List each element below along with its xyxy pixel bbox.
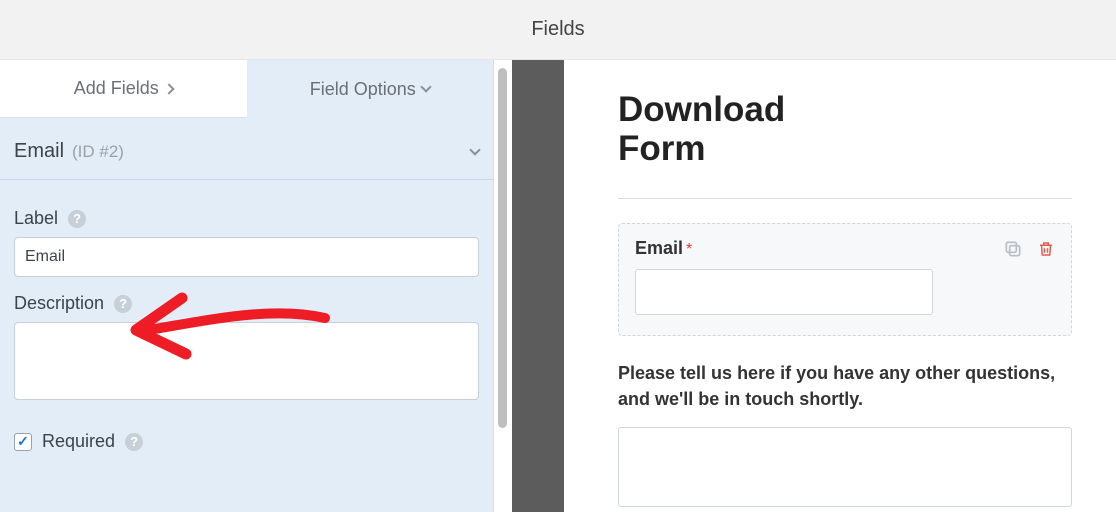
required-row: ✓ Required ? (14, 431, 479, 452)
required-checkbox[interactable]: ✓ (14, 433, 32, 451)
tab-field-options[interactable]: Field Options (247, 60, 494, 118)
email-field-input[interactable] (635, 269, 933, 315)
email-field-label: Email (635, 238, 683, 258)
workspace: Add Fields Field Options Email (ID #2) L… (0, 60, 1116, 512)
field-header-id: (ID #2) (72, 142, 124, 162)
panel-divider (512, 60, 564, 512)
email-field-card[interactable]: Email* (618, 223, 1072, 336)
required-label: Required (42, 431, 115, 452)
duplicate-icon[interactable] (1003, 239, 1023, 259)
panel-tabs: Add Fields Field Options (0, 60, 493, 118)
required-star-icon: * (686, 241, 692, 258)
chevron-down-icon (420, 81, 431, 92)
label-input[interactable] (14, 237, 479, 277)
description-setting-row: Description ? (14, 293, 479, 314)
form-title: Download Form (618, 90, 878, 168)
trash-icon[interactable] (1037, 239, 1055, 259)
help-icon[interactable]: ? (125, 433, 143, 451)
topbar-title: Fields (531, 18, 584, 41)
sidebar-scrollbar[interactable] (494, 60, 512, 512)
description-input[interactable] (14, 322, 479, 400)
top-bar: Fields (0, 0, 1116, 60)
tab-field-options-label: Field Options (310, 79, 416, 100)
field-header[interactable]: Email (ID #2) (0, 118, 493, 180)
label-setting-text: Label (14, 208, 58, 229)
tab-add-fields[interactable]: Add Fields (0, 60, 247, 118)
tab-add-fields-label: Add Fields (74, 78, 159, 99)
help-icon[interactable]: ? (114, 295, 132, 313)
description-setting-text: Description (14, 293, 104, 314)
scrollbar-thumb[interactable] (498, 68, 507, 428)
form-preview: Download Form Email* (564, 60, 1116, 512)
field-header-title: Email (14, 140, 64, 163)
panel-body: Label ? Description ? ✓ Required ? (0, 180, 493, 452)
field-actions (1003, 239, 1055, 259)
paragraph-field-input[interactable] (618, 427, 1072, 507)
divider-line (618, 198, 1072, 199)
label-setting-row: Label ? (14, 208, 479, 229)
field-options-panel: Add Fields Field Options Email (ID #2) L… (0, 60, 494, 512)
paragraph-field-label: Please tell us here if you have any othe… (618, 360, 1072, 412)
help-icon[interactable]: ? (68, 210, 86, 228)
chevron-down-icon (469, 144, 480, 155)
chevron-right-icon (163, 83, 174, 94)
